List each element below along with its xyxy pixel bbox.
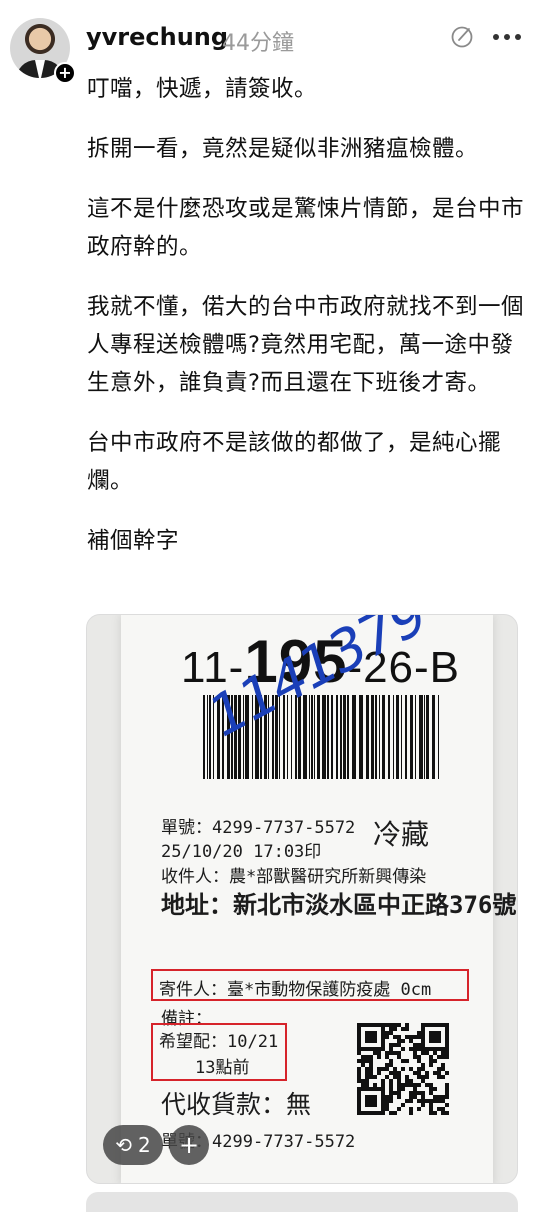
delivery-time: 13點前 [195, 1058, 250, 1078]
username[interactable]: yvrechung [86, 23, 228, 51]
avatar[interactable]: + [10, 18, 76, 84]
post-photo[interactable]: 11-195-26-B 1141379 單號：4299-7737-5572 冷藏… [86, 614, 518, 1184]
print-date: 25/10/20 17:03印 [161, 842, 322, 862]
qr-code [357, 1023, 449, 1115]
follow-button[interactable]: + [54, 62, 76, 84]
post-paragraph: 補個幹字 [87, 528, 180, 554]
sender: 寄件人：臺*市動物保護防疫處 0cm [159, 980, 432, 1000]
cold-storage-label: 冷藏 [373, 818, 430, 851]
shipping-label: 11-195-26-B 1141379 單號：4299-7737-5572 冷藏… [121, 615, 516, 1183]
next-post-preview [86, 1192, 518, 1212]
address: 地址：新北市淡水區中正路376號 [161, 891, 517, 919]
delivery-date: 希望配：10/21 [159, 1032, 279, 1052]
post-paragraph: 拆開一看，竟然是疑似非洲豬瘟檢體。 [87, 136, 479, 162]
post-timestamp: 44分鐘 [222, 31, 294, 56]
post-paragraph: 我就不懂，偌大的台中市政府就找不到一個人專程送檢體嗎?竟然用宅配，萬一途中發生意… [87, 294, 525, 396]
more-horizontal-icon[interactable] [492, 32, 522, 42]
add-button[interactable]: + [169, 1125, 209, 1165]
post-paragraph: 叮噹，快遞，請簽收。 [87, 76, 318, 102]
edit-circle-icon[interactable] [451, 24, 475, 50]
repost-button[interactable]: ⟲ 2 [103, 1125, 163, 1165]
post-paragraph: 這不是什麼恐攻或是驚悚片情節，是台中市政府幹的。 [87, 196, 525, 260]
order-number: 單號：4299-7737-5572 [161, 818, 356, 838]
cash-on-delivery: 代收貨款：無 [161, 1090, 312, 1119]
repost-count: 2 [138, 1133, 151, 1157]
post-paragraph: 台中市政府不是該做的都做了，是純心擺爛。 [87, 430, 502, 494]
recipient: 收件人：農*部獸醫研究所新興傳染 [161, 867, 427, 887]
repost-icon: ⟲ [115, 1133, 133, 1157]
post-text: 叮噹，快遞，請簽收。 拆開一看，竟然是疑似非洲豬瘟檢體。 這不是什麼恐攻或是驚悚… [87, 70, 527, 582]
